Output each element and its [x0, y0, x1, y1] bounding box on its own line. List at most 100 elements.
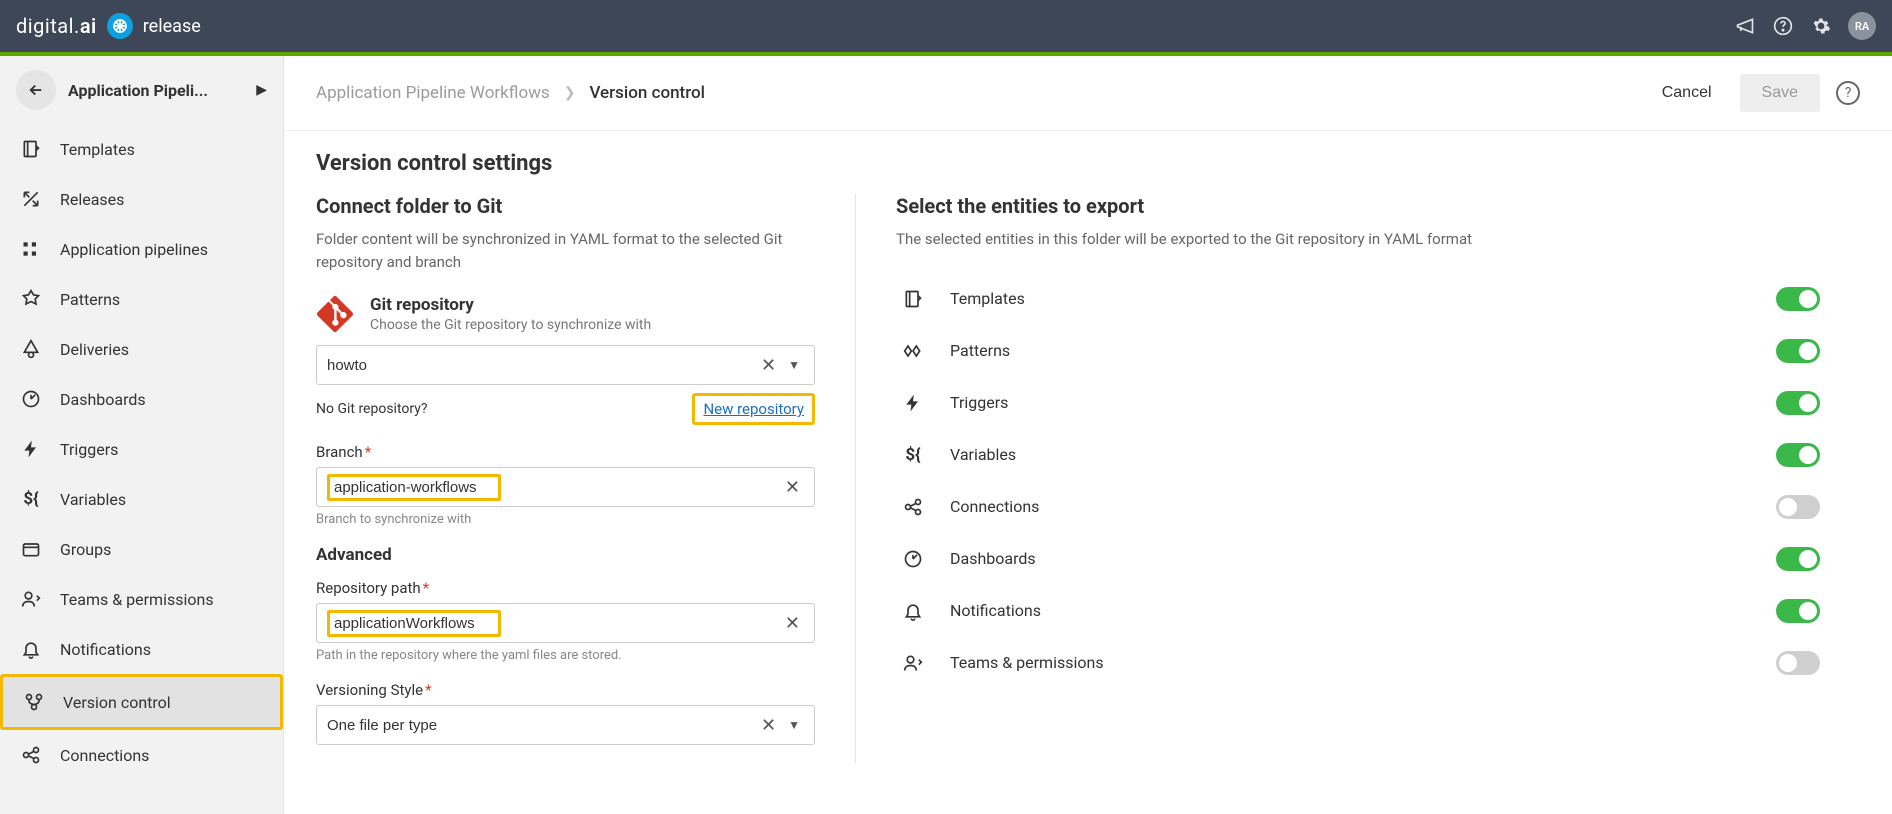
entity-icon [896, 653, 930, 673]
vstyle-select[interactable]: ✕ ▼ [316, 705, 815, 745]
sidebar-item-dashboards[interactable]: Dashboards [0, 374, 283, 424]
clear-icon[interactable]: ✕ [757, 355, 780, 376]
repo-field: ✕ ▼ No Git repository? New repository [316, 345, 815, 425]
sidebar-item-patterns[interactable]: Patterns [0, 274, 283, 324]
breadcrumb: Application Pipeline Workflows ❯ Version… [316, 83, 705, 103]
entity-icon [896, 497, 930, 517]
clear-icon[interactable]: ✕ [781, 477, 804, 498]
sidebar-item-deliveries[interactable]: Deliveries [0, 324, 283, 374]
content: Version control settings Connect folder … [284, 131, 1892, 783]
sidebar-item-label: Teams & permissions [60, 590, 214, 609]
deliveries-icon [20, 338, 42, 360]
main-header: Application Pipeline Workflows ❯ Version… [284, 56, 1892, 131]
entity-label: Dashboards [930, 549, 1776, 568]
entity-label: Patterns [930, 341, 1776, 360]
sidebar-item-label: Connections [60, 746, 149, 765]
sidebar: Application Pipeli... ▶ Templates Releas… [0, 56, 284, 814]
topbar-actions: RA [1734, 12, 1876, 40]
entity-row: Triggers [896, 377, 1820, 429]
entity-row: Dashboards [896, 533, 1820, 585]
sidebar-item-notifications[interactable]: Notifications [0, 624, 283, 674]
clear-icon[interactable]: ✕ [757, 715, 780, 736]
entity-toggle[interactable] [1776, 391, 1820, 415]
entity-toggle[interactable] [1776, 547, 1820, 571]
chevron-down-icon[interactable]: ▼ [780, 358, 804, 372]
entity-icon [896, 549, 930, 569]
new-repo-link[interactable]: New repository [703, 400, 804, 418]
sidebar-item-releases[interactable]: Releases [0, 174, 283, 224]
sidebar-item-connections[interactable]: Connections [0, 730, 283, 780]
repo-path-input[interactable] [334, 615, 494, 632]
chevron-right-icon[interactable]: ▶ [256, 82, 267, 98]
repo-select[interactable]: ✕ ▼ [316, 345, 815, 385]
pipelines-icon [20, 238, 42, 260]
sidebar-item-variables[interactable]: ${ Variables [0, 474, 283, 524]
entity-toggle[interactable] [1776, 651, 1820, 675]
templates-icon [20, 138, 42, 160]
cancel-button[interactable]: Cancel [1650, 76, 1724, 110]
vstyle-label: Versioning Style* [316, 681, 815, 699]
patterns-icon [20, 288, 42, 310]
breadcrumb-current: Version control [589, 83, 705, 103]
avatar[interactable]: RA [1848, 12, 1876, 40]
entity-row: ${Variables [896, 429, 1820, 481]
git-icon [316, 295, 354, 333]
triggers-icon [20, 438, 42, 460]
entities-list: Templates Patterns Triggers ${Variables Conn… [896, 273, 1820, 689]
branch-input-wrap[interactable]: ✕ [316, 467, 815, 507]
sidebar-item-label: Groups [60, 540, 111, 559]
git-repo-label: Git repository [370, 295, 651, 315]
entity-icon [896, 341, 930, 361]
chevron-down-icon[interactable]: ▼ [780, 718, 804, 732]
sidebar-item-app-pipelines[interactable]: Application pipelines [0, 224, 283, 274]
entity-icon [896, 393, 930, 413]
repo-input[interactable] [327, 357, 757, 374]
git-repo-sub: Choose the Git repository to synchronize… [370, 317, 651, 333]
help-icon[interactable]: ? [1836, 81, 1860, 105]
entity-row: Teams & permissions [896, 637, 1820, 689]
entity-label: Connections [930, 497, 1776, 516]
section-desc: Folder content will be synchronized in Y… [316, 228, 815, 273]
dashboards-icon [20, 388, 42, 410]
entity-toggle[interactable] [1776, 443, 1820, 467]
clear-icon[interactable]: ✕ [781, 613, 804, 634]
section-title: Connect folder to Git [316, 194, 815, 218]
vstyle-field: Versioning Style* ✕ ▼ [316, 681, 815, 745]
topbar: digital.ai release RA [0, 0, 1892, 52]
entity-toggle[interactable] [1776, 287, 1820, 311]
sidebar-item-label: Triggers [60, 440, 118, 459]
entities-panel: Select the entities to export The select… [856, 194, 1860, 763]
repo-path-field: Repository path* ✕ Path in the repositor… [316, 579, 815, 663]
header-actions: Cancel Save ? [1650, 74, 1860, 112]
branch-input[interactable] [334, 479, 494, 496]
sidebar-item-triggers[interactable]: Triggers [0, 424, 283, 474]
entity-label: Templates [930, 289, 1776, 308]
releases-icon [20, 188, 42, 210]
gear-icon[interactable] [1810, 15, 1832, 37]
sidebar-item-templates[interactable]: Templates [0, 124, 283, 174]
git-repo-heading: Git repository Choose the Git repository… [316, 295, 815, 333]
breadcrumb-parent[interactable]: Application Pipeline Workflows [316, 83, 550, 103]
entity-label: Triggers [930, 393, 1776, 412]
back-button[interactable] [16, 70, 56, 110]
entity-row: Templates [896, 273, 1820, 325]
sidebar-item-version-control[interactable]: Version control [3, 677, 280, 727]
vstyle-input[interactable] [327, 717, 757, 734]
entity-row: Connections [896, 481, 1820, 533]
entity-icon [896, 601, 930, 621]
entity-toggle[interactable] [1776, 339, 1820, 363]
entity-toggle[interactable] [1776, 495, 1820, 519]
help-icon[interactable] [1772, 15, 1794, 37]
announce-icon[interactable] [1734, 15, 1756, 37]
page-title: Version control settings [316, 151, 1860, 176]
repo-path-input-wrap[interactable]: ✕ [316, 603, 815, 643]
branch-icon [23, 691, 45, 713]
sidebar-item-teams[interactable]: Teams & permissions [0, 574, 283, 624]
sidebar-item-groups[interactable]: Groups [0, 524, 283, 574]
entity-toggle[interactable] [1776, 599, 1820, 623]
groups-icon [20, 538, 42, 560]
save-button[interactable]: Save [1740, 74, 1820, 112]
brand-name2: ai [80, 14, 97, 38]
sidebar-item-label: Application pipelines [60, 240, 208, 259]
chevron-right-icon: ❯ [564, 85, 576, 101]
